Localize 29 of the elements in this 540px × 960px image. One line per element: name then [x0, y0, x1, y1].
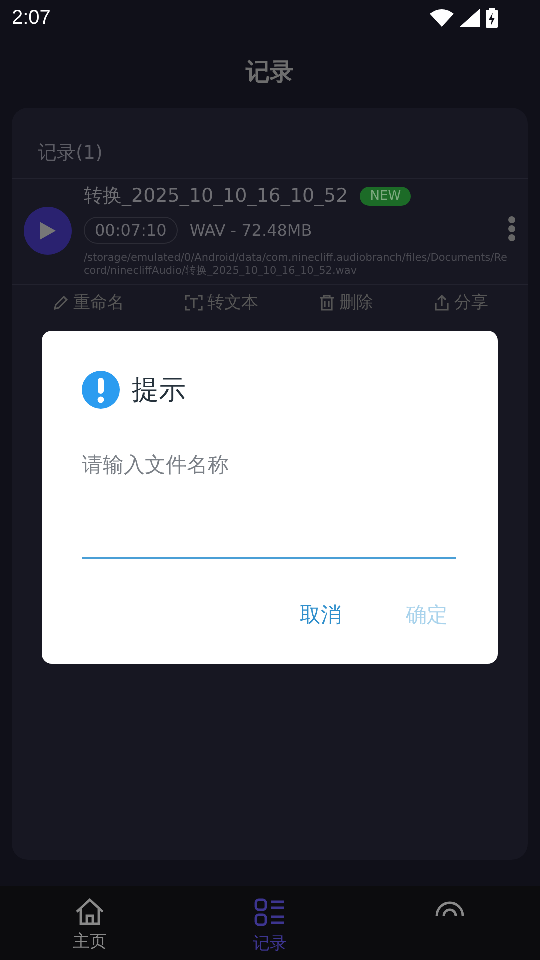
status-time: 2:07 — [12, 6, 51, 30]
file-name: 转换_2025_10_10_16_10_52 — [84, 184, 348, 209]
file-info: WAV - 72.48MB — [190, 221, 312, 240]
action-button[interactable]: 转文本 — [184, 291, 258, 314]
page-title: 记录 — [246, 57, 294, 88]
wifi-icon — [430, 9, 454, 27]
new-badge: NEW — [360, 186, 412, 206]
dialog-button[interactable]: 取消 — [300, 601, 342, 629]
pencil-icon — [52, 294, 70, 312]
play-button[interactable] — [24, 206, 72, 254]
more-icon[interactable] — [508, 216, 516, 242]
text-scan-icon — [184, 294, 204, 312]
dialog-title: 提示 — [132, 374, 186, 408]
share-icon — [432, 294, 450, 312]
play-icon — [39, 220, 57, 240]
dialog-message: 请输入文件名称 — [82, 452, 230, 479]
action-button[interactable]: 删除 — [318, 291, 374, 314]
duration-label: 00:07:10 — [84, 217, 178, 244]
home-icon — [74, 898, 106, 926]
nav-tab[interactable]: 主页 — [0, 886, 180, 960]
list-heading: 记录(1) — [12, 108, 528, 179]
nav-tab[interactable]: 记录 — [180, 886, 360, 960]
list-icon — [254, 898, 286, 928]
signal-icon — [460, 9, 480, 27]
alert-icon — [82, 371, 120, 409]
battery-icon — [486, 8, 498, 28]
action-button[interactable]: 分享 — [432, 291, 488, 314]
trash-icon — [318, 294, 336, 312]
action-button[interactable]: 重命名 — [52, 291, 124, 314]
